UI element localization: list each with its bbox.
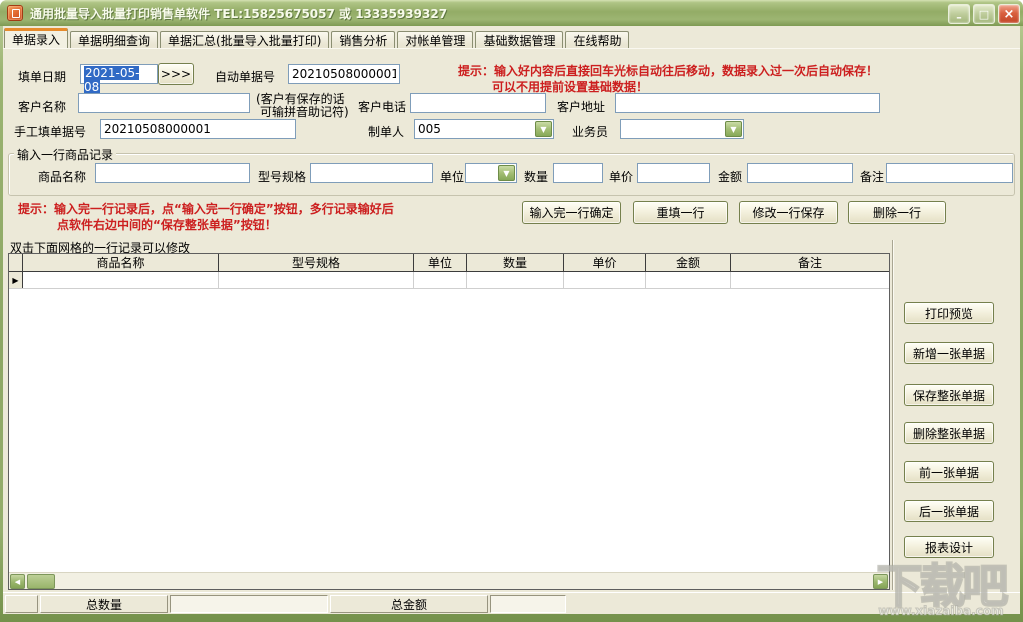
close-icon: ×	[1003, 6, 1015, 22]
minimize-button[interactable]: –	[948, 4, 970, 24]
confirm-row-button[interactable]: 输入完一行确定	[522, 201, 621, 224]
customer-note-line2: 可输拼音助记符)	[260, 105, 349, 119]
dropdown-arrow-icon[interactable]: ▼	[535, 121, 552, 137]
tab-sales-analysis[interactable]: 销售分析	[331, 31, 396, 48]
dropdown-arrow-icon[interactable]: ▼	[725, 121, 742, 137]
product-name-input[interactable]	[95, 163, 250, 183]
total-amount-label: 总金额	[330, 595, 488, 613]
maximize-icon: □	[978, 7, 990, 21]
total-qty-value	[170, 595, 328, 613]
row-marker-icon: ▶	[9, 272, 23, 288]
tab-statement-mgmt[interactable]: 对帐单管理	[397, 31, 474, 48]
grid-header-spec: 型号规格	[219, 254, 414, 271]
tab-order-detail-query[interactable]: 单据明细查询	[70, 31, 159, 48]
price-label: 单价	[609, 170, 634, 184]
scrollbar-thumb[interactable]	[27, 574, 55, 589]
total-qty-label: 总数量	[40, 595, 168, 613]
grid-right-divider	[892, 240, 894, 590]
next-order-button[interactable]: 后一张单据	[904, 500, 994, 522]
spec-label: 型号规格	[258, 170, 307, 184]
price-input[interactable]	[637, 163, 710, 183]
modify-row-save-button[interactable]: 修改一行保存	[739, 201, 838, 224]
row-hint-line2: 点软件右边中间的“保存整张单据”按钮！	[57, 218, 277, 232]
maker-combobox[interactable]: 005 ▼	[414, 119, 554, 139]
app-window: 通用批量导入批量打印销售单软件 TEL:15825675057 或 133359…	[0, 0, 1023, 622]
customer-phone-label: 客户电话	[358, 100, 407, 114]
close-button[interactable]: ×	[998, 4, 1020, 24]
refill-row-button[interactable]: 重填一行	[633, 201, 728, 224]
item-entry-group-title: 输入一行商品记录	[14, 146, 117, 163]
grid-header-product: 商品名称	[23, 254, 219, 271]
grid-header-row: 商品名称 型号规格 单位 数量 单价 金额 备注	[9, 254, 889, 272]
app-icon	[7, 5, 23, 21]
amount-label: 金额	[718, 170, 743, 184]
maker-label: 制单人	[368, 125, 405, 139]
status-panel-blank	[5, 595, 38, 613]
grid-header-price: 单价	[564, 254, 646, 271]
scroll-left-icon[interactable]: ◀	[10, 574, 25, 589]
unit-combobox[interactable]: ▼	[465, 163, 517, 183]
entry-hint-line1: 提示：输入好内容后直接回车光标自动往后移动，数据录入过一次后自动保存！	[458, 64, 879, 78]
amount-input[interactable]	[747, 163, 853, 183]
customer-name-input[interactable]	[78, 93, 250, 113]
manual-number-input[interactable]	[100, 119, 296, 139]
remark-input[interactable]	[886, 163, 1013, 183]
salesman-combobox[interactable]: ▼	[620, 119, 744, 139]
items-grid[interactable]: 商品名称 型号规格 单位 数量 单价 金额 备注 ▶ ◀ ▶	[8, 253, 890, 590]
dropdown-arrow-icon[interactable]: ▼	[498, 165, 515, 181]
minimize-icon: –	[956, 11, 962, 24]
date-label: 填单日期	[18, 70, 67, 84]
status-bar: 总数量 总金额	[3, 592, 1020, 614]
auto-number-input[interactable]	[288, 64, 400, 84]
delete-order-button[interactable]: 删除整张单据	[904, 422, 994, 444]
product-name-label: 商品名称	[38, 170, 87, 184]
save-order-button[interactable]: 保存整张单据	[904, 384, 994, 406]
salesman-label: 业务员	[572, 125, 609, 139]
qty-label: 数量	[524, 170, 549, 184]
grid-header-amount: 金额	[646, 254, 731, 271]
row-hint-line1: 提示：输入完一行记录后，点“输入完一行确定”按钮，多行记录输好后	[18, 202, 394, 216]
spec-input[interactable]	[310, 163, 433, 183]
tab-strip: 单据录入 单据明细查询 单据汇总(批量导入批量打印) 销售分析 对帐单管理 基础…	[4, 28, 630, 48]
auto-number-label: 自动单据号	[215, 70, 276, 84]
customer-name-label: 客户名称	[18, 100, 67, 114]
tab-base-data-mgmt[interactable]: 基础数据管理	[475, 31, 564, 48]
customer-address-label: 客户地址	[557, 100, 606, 114]
table-row[interactable]: ▶	[9, 272, 889, 289]
title-bar: 通用批量导入批量打印销售单软件 TEL:15825675057 或 133359…	[0, 0, 1023, 26]
print-preview-button[interactable]: 打印预览	[904, 302, 994, 324]
grid-header-unit: 单位	[414, 254, 467, 271]
manual-number-label: 手工填单据号	[14, 125, 87, 139]
total-amount-value	[490, 595, 566, 613]
grid-header-remark: 备注	[797, 256, 822, 270]
new-order-button[interactable]: 新增一张单据	[904, 342, 994, 364]
tab-online-help[interactable]: 在线帮助	[565, 31, 630, 48]
date-picker-button[interactable]: >>>	[158, 63, 194, 85]
tab-order-entry[interactable]: 单据录入	[4, 28, 69, 48]
grid-horizontal-scrollbar[interactable]: ◀ ▶	[9, 572, 889, 589]
customer-address-input[interactable]	[615, 93, 880, 113]
qty-input[interactable]	[553, 163, 603, 183]
date-input[interactable]: 2021-05-08	[80, 64, 158, 94]
window-title: 通用批量导入批量打印销售单软件 TEL:15825675057 或 133359…	[30, 7, 448, 21]
unit-label: 单位	[440, 170, 465, 184]
grid-header-selector	[9, 254, 23, 271]
tab-order-summary[interactable]: 单据汇总(批量导入批量打印)	[160, 31, 330, 48]
scroll-right-icon[interactable]: ▶	[873, 574, 888, 589]
grid-header-qty: 数量	[467, 254, 564, 271]
panel-divider	[3, 48, 1020, 49]
report-design-button[interactable]: 报表设计	[904, 536, 994, 558]
maximize-button[interactable]: □	[973, 4, 995, 24]
customer-phone-input[interactable]	[410, 93, 546, 113]
maker-value: 005	[418, 122, 441, 136]
delete-row-button[interactable]: 删除一行	[848, 201, 946, 224]
previous-order-button[interactable]: 前一张单据	[904, 461, 994, 483]
remark-label: 备注	[860, 170, 885, 184]
